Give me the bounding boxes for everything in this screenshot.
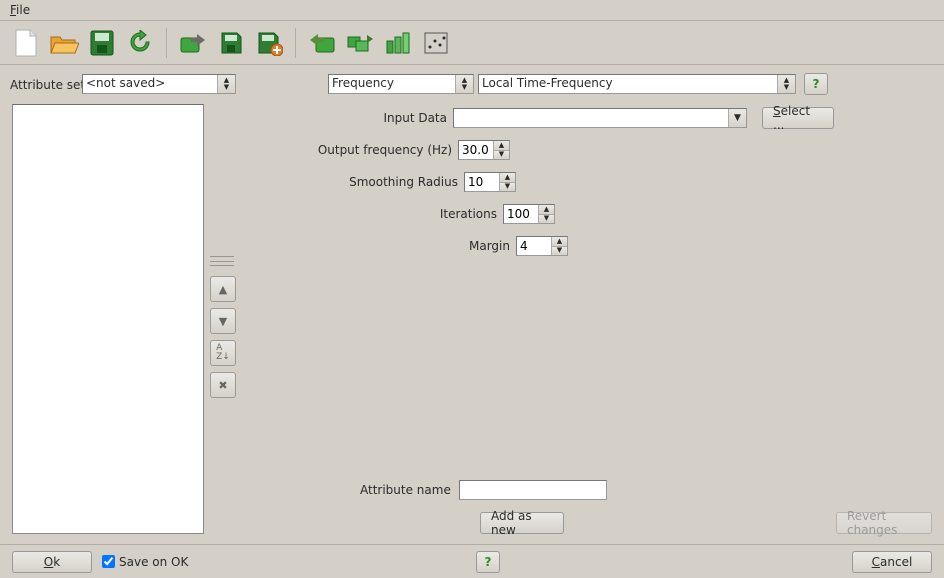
algorithm-combo-value: Local Time-Frequency [482,76,613,90]
combo-arrows-icon: ▲▼ [777,75,795,93]
algorithm-combo[interactable]: Local Time-Frequency ▲▼ [478,74,796,94]
toolbar-separator [295,28,296,58]
reorder-grip [210,256,234,266]
combo-arrows-icon: ▲▼ [455,75,473,93]
cancel-button[interactable]: Cancel [852,551,932,573]
save-on-ok-label: Save on OK [119,555,188,569]
cycle-icon[interactable] [124,27,156,59]
category-combo-value: Frequency [332,76,394,90]
attribute-name-label: Attribute name [360,483,451,497]
move-up-button[interactable]: ▲ [210,276,236,302]
histogram-icon[interactable] [420,27,452,59]
scripts-icon[interactable] [382,27,414,59]
attribute-set-combo[interactable]: <not saved> ▲▼ [82,74,236,94]
help-button[interactable]: ? [804,73,828,95]
help-button-bottom[interactable]: ? [476,551,500,573]
toolbar [0,21,944,65]
spinner-buttons[interactable]: ▲▼ [493,141,509,159]
input-data-label: Input Data [297,111,447,125]
input-data-combo[interactable]: ▼ [453,108,747,128]
save-icon[interactable] [215,27,247,59]
add-as-new-label: Add as new [491,509,553,537]
sort-alpha-button[interactable]: AZ↓ [210,340,236,366]
save-as-icon[interactable] [253,27,285,59]
attribute-name-input[interactable] [459,480,607,500]
move-down-button[interactable]: ▼ [210,308,236,334]
revert-changes-button[interactable]: Revert changes [836,512,932,534]
export-icon[interactable] [177,27,209,59]
toolbar-separator [166,28,167,58]
spinner-buttons[interactable]: ▲▼ [551,237,567,255]
work-area: Attribute set <not saved> ▲▼ Frequency ▲… [0,66,944,544]
spinner-buttons[interactable]: ▲▼ [499,173,515,191]
save-all-icon[interactable] [86,27,118,59]
save-on-ok-checkbox[interactable]: Save on OK [102,555,188,569]
ok-button[interactable]: Ok [12,551,92,573]
remove-button[interactable]: ✖ [210,372,236,398]
attribute-list[interactable] [12,104,204,534]
reorder-buttons: ▲ ▼ AZ↓ ✖ [210,276,234,398]
bottom-bar: Ok Save on OK ? Cancel [0,544,944,578]
new-icon[interactable] [10,27,42,59]
attribute-set-combo-value: <not saved> [86,76,165,90]
iterations-label: Iterations [347,207,497,221]
multi-export-icon[interactable] [344,27,376,59]
margin-label: Margin [360,239,510,253]
select-button[interactable]: Select ... [762,107,834,129]
spinner-buttons[interactable]: ▲▼ [538,205,554,223]
combo-arrows-icon: ▲▼ [217,75,235,93]
open-icon[interactable] [48,27,80,59]
add-as-new-button[interactable]: Add as new [480,512,564,534]
save-on-ok-check[interactable] [102,555,115,568]
revert-label: Revert changes [847,509,921,537]
category-combo[interactable]: Frequency ▲▼ [328,74,474,94]
menu-file[interactable]: File [6,0,34,21]
attribute-set-label: Attribute set [10,78,85,92]
smoothing-radius-label: Smoothing Radius [308,175,458,189]
import-icon[interactable] [306,27,338,59]
output-frequency-label: Output frequency (Hz) [302,143,452,157]
menu-bar: File [0,0,944,21]
chevron-down-icon: ▼ [728,109,746,127]
